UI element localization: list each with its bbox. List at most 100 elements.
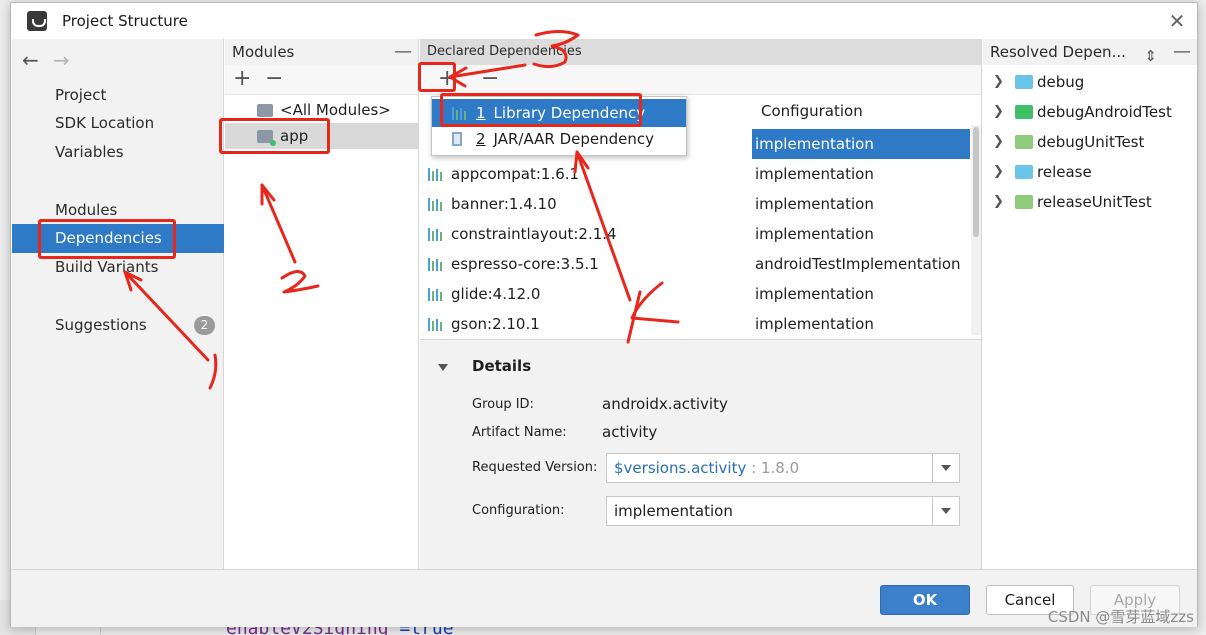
dependency-row[interactable]: constraintlayout:2.1.4 implementation — [420, 219, 970, 249]
close-icon[interactable]: ✕ — [1167, 11, 1187, 31]
modules-header: Modules — — [225, 39, 418, 65]
dependency-name: constraintlayout:2.1.4 — [451, 225, 617, 243]
library-icon — [428, 288, 444, 301]
resolved-item-debug-android-test[interactable]: ❯ debugAndroidTest — [983, 97, 1197, 127]
dependency-name: gson:2.10.1 — [451, 315, 540, 333]
dependencies-toolbar: + − — [420, 65, 981, 95]
minimize-icon[interactable]: — — [1173, 39, 1191, 65]
popup-item-library-dependency[interactable]: 1 Library Dependency — [432, 99, 686, 127]
dependency-configuration: implementation — [755, 225, 874, 243]
sidebar-item-variables[interactable]: Variables — [12, 138, 224, 167]
resolved-dependencies-pane: Resolved Depen... ⇕ — ❯ debug ❯ debugAnd… — [983, 39, 1197, 569]
sidebar-item-modules[interactable]: Modules — [12, 196, 224, 225]
sidebar: ← → Project SDK Location Variables Module… — [12, 39, 224, 569]
dependency-name: espresso-core:3.5.1 — [451, 255, 599, 273]
popup-label: Library Dependency — [493, 104, 646, 122]
chevron-down-icon[interactable] — [932, 497, 959, 525]
suggestions-count-badge: 2 — [194, 316, 215, 335]
configuration-value: implementation — [614, 502, 733, 520]
sidebar-item-label: Suggestions — [55, 316, 147, 334]
popup-label: JAR/AAR Dependency — [493, 130, 654, 148]
sidebar-item-dependencies[interactable]: Dependencies — [12, 224, 224, 253]
resolved-item-release[interactable]: ❯ release — [983, 157, 1197, 187]
folder-icon — [1015, 195, 1033, 209]
sidebar-item-build-variants[interactable]: Build Variants — [12, 253, 224, 282]
csdn-watermark: CSDN @雪芽蓝域zzs — [1047, 608, 1194, 626]
minimize-icon[interactable]: — — [394, 39, 412, 65]
remove-dependency-button[interactable]: − — [481, 67, 499, 91]
modules-header-label: Modules — [232, 43, 295, 61]
chevron-right-icon[interactable]: ❯ — [993, 97, 1004, 127]
library-icon — [428, 198, 444, 211]
requested-version-combo[interactable]: $versions.activity : 1.8.0 — [606, 453, 960, 483]
forward-arrow-icon[interactable]: → — [53, 48, 70, 72]
resolved-item-label: debugAndroidTest — [1037, 103, 1172, 121]
resolved-item-label: debug — [1037, 73, 1085, 91]
popup-mnemonic: 1 — [476, 104, 486, 122]
details-panel: Details Group ID: androidx.activity Arti… — [420, 339, 981, 569]
sidebar-item-project[interactable]: Project — [12, 81, 224, 110]
collapse-details-icon[interactable] — [438, 364, 448, 371]
dependency-configuration: androidTestImplementation — [755, 255, 961, 273]
dependency-name: glide:4.12.0 — [451, 285, 541, 303]
chevron-right-icon[interactable]: ❯ — [993, 187, 1004, 217]
library-icon — [428, 228, 444, 241]
app-module-icon — [257, 130, 276, 146]
resolved-item-label: release — [1037, 163, 1092, 181]
dependency-row[interactable]: gson:2.10.1 implementation — [420, 309, 970, 339]
declared-dependencies-pane: Declared Dependencies + − Configuration … — [420, 39, 982, 569]
modules-pane: Modules — + − <All Modules> app — [225, 39, 419, 569]
popup-mnemonic: 2 — [476, 130, 486, 148]
chevron-right-icon[interactable]: ❯ — [993, 157, 1004, 187]
window-title: Project Structure — [62, 12, 188, 30]
add-dependency-button[interactable]: + — [438, 67, 456, 91]
module-item-all[interactable]: <All Modules> — [225, 97, 418, 123]
dependency-configuration: implementation — [755, 315, 874, 333]
version-resolved: : 1.8.0 — [746, 459, 800, 477]
title-bar: Project Structure ✕ — [11, 3, 1197, 39]
dependency-name: banner:1.4.10 — [451, 195, 557, 213]
ok-button[interactable]: OK — [880, 585, 970, 615]
configuration-label: Configuration: — [472, 503, 565, 518]
artifact-name-value: activity — [602, 423, 658, 441]
dependency-row[interactable]: banner:1.4.10 implementation — [420, 189, 970, 219]
folder-icon — [1015, 165, 1033, 179]
add-module-button[interactable]: + — [233, 67, 251, 91]
collapse-all-icon[interactable]: ⇕ — [1144, 43, 1157, 69]
dependency-configuration: implementation — [752, 129, 970, 159]
module-item-app[interactable]: app — [225, 123, 418, 149]
chevron-right-icon[interactable]: ❯ — [993, 67, 1004, 97]
details-title: Details — [472, 357, 532, 375]
module-label: <All Modules> — [280, 101, 391, 119]
popup-item-jar-aar-dependency[interactable]: 2 JAR/AAR Dependency — [432, 125, 686, 153]
dependencies-scrollbar[interactable] — [971, 125, 981, 335]
dialog-footer: OK Cancel Apply — [11, 569, 1197, 627]
resolved-item-label: debugUnitTest — [1037, 133, 1145, 151]
version-variable: $versions.activity — [614, 459, 747, 477]
resolved-item-debug[interactable]: ❯ debug — [983, 67, 1197, 97]
configuration-combo[interactable]: implementation — [606, 496, 960, 526]
dependency-row[interactable]: appcompat:1.6.1 implementation — [420, 159, 970, 189]
library-icon — [428, 318, 444, 331]
dependency-configuration: implementation — [755, 195, 874, 213]
dependency-row[interactable]: glide:4.12.0 implementation — [420, 279, 970, 309]
sidebar-item-suggestions[interactable]: Suggestions 2 — [12, 311, 224, 340]
column-header-configuration[interactable]: Configuration — [761, 97, 863, 125]
dependency-row[interactable]: espresso-core:3.5.1 androidTestImplement… — [420, 249, 970, 279]
chevron-right-icon[interactable]: ❯ — [993, 127, 1004, 157]
scrollbar-thumb[interactable] — [973, 127, 979, 237]
remove-module-button[interactable]: − — [265, 67, 283, 91]
module-label: app — [280, 127, 309, 145]
resolved-item-debug-unit-test[interactable]: ❯ debugUnitTest — [983, 127, 1197, 157]
project-structure-dialog: Project Structure ✕ ← → Project SDK Locat… — [10, 2, 1198, 627]
chevron-down-icon[interactable] — [932, 454, 959, 482]
resolved-item-release-unit-test[interactable]: ❯ releaseUnitTest — [983, 187, 1197, 217]
back-arrow-icon[interactable]: ← — [22, 48, 39, 72]
dependency-configuration: implementation — [755, 285, 874, 303]
nav-arrows: ← → — [22, 48, 84, 72]
dependency-configuration: implementation — [755, 165, 874, 183]
requested-version-text: $versions.activity : 1.8.0 — [614, 459, 799, 477]
library-icon — [452, 107, 468, 120]
sidebar-item-sdk-location[interactable]: SDK Location — [12, 109, 224, 138]
requested-version-label: Requested Version: — [472, 460, 598, 475]
